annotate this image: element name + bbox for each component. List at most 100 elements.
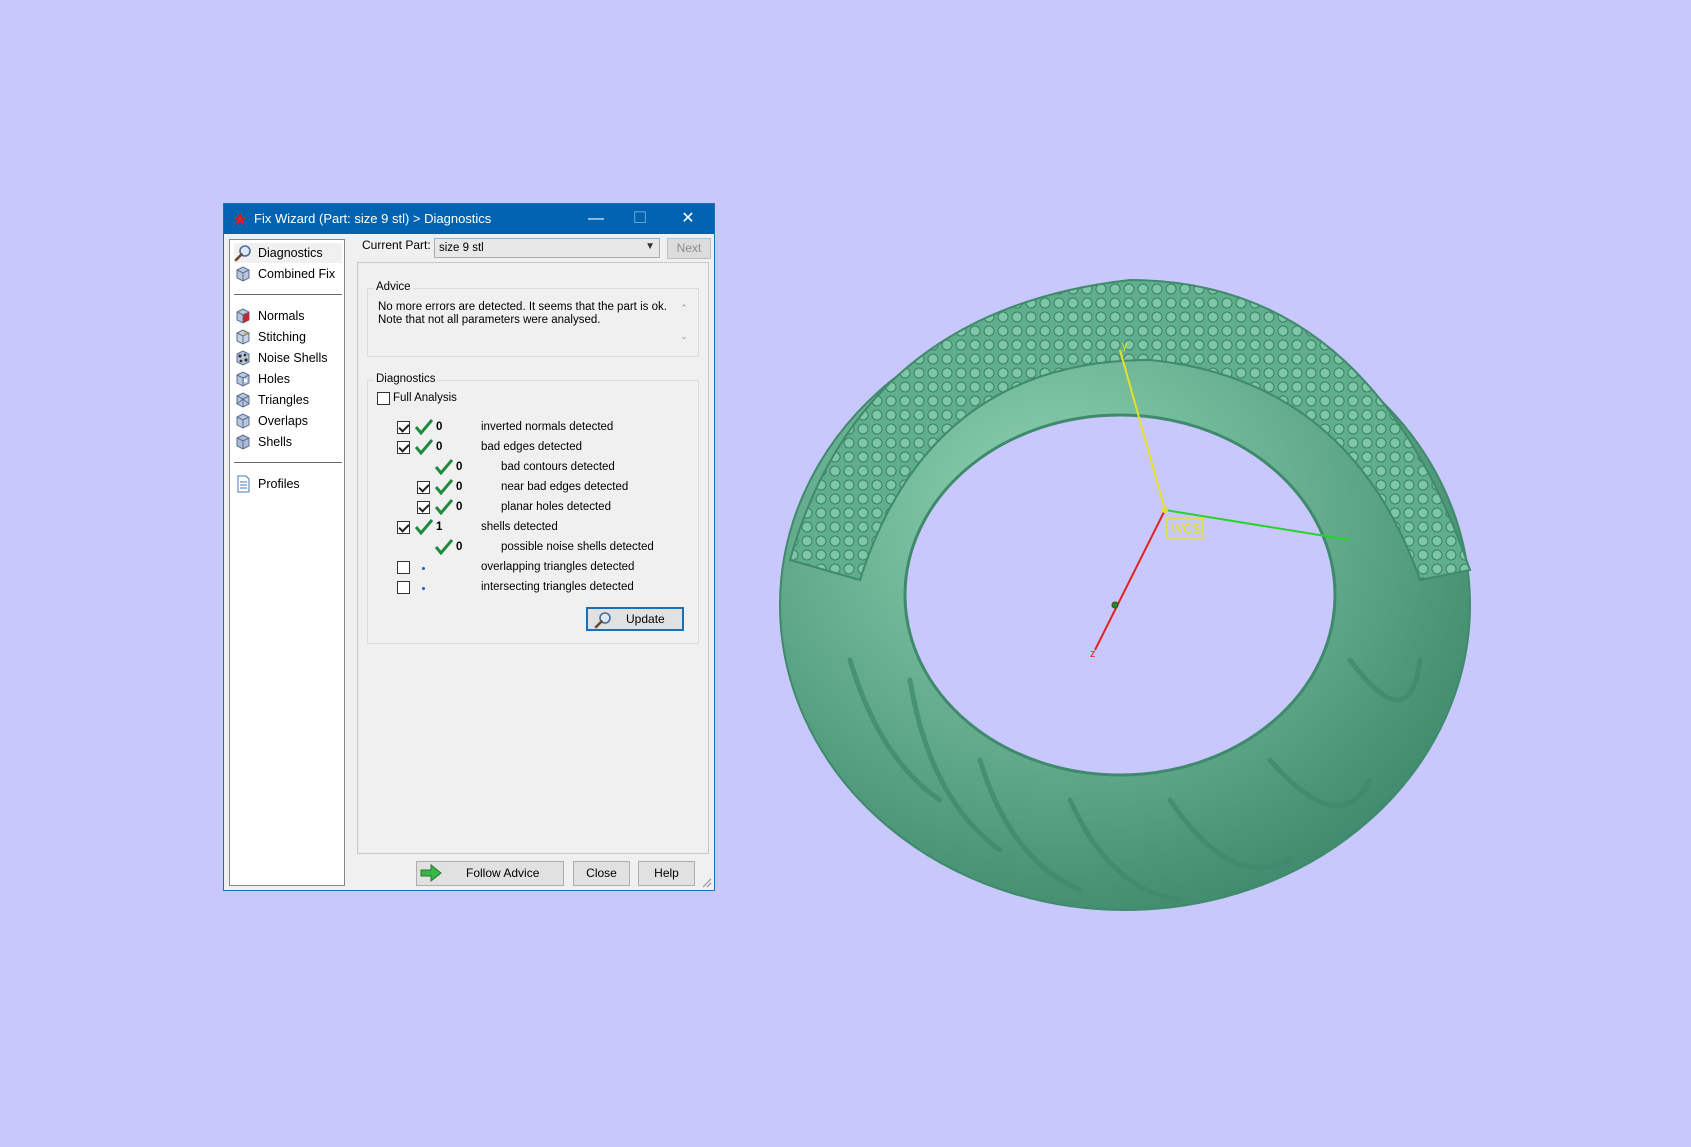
diagnostics-group: Diagnostics Full Analysis 0 inverted nor…	[367, 373, 699, 644]
nav-item-label: Triangles	[258, 393, 309, 407]
nav-divider	[234, 462, 342, 463]
next-button[interactable]: Next	[667, 238, 711, 259]
ok-check-icon	[415, 439, 433, 455]
advice-text: No more errors are detected. It seems th…	[378, 301, 670, 347]
noise-shells-label: possible noise shells detected	[501, 541, 654, 553]
nav-item-label: Noise Shells	[258, 351, 328, 365]
nav-item-overlaps[interactable]: Overlaps	[234, 411, 342, 431]
bad-contours-count: 0	[456, 461, 463, 473]
minimize-button[interactable]: —	[574, 204, 618, 234]
full-analysis-checkbox[interactable]	[377, 392, 390, 405]
inverted-normals-label: inverted normals detected	[481, 421, 614, 433]
normals-cube-icon	[236, 308, 250, 324]
diagnostics-title: Diagnostics	[374, 373, 438, 385]
magnifier-icon	[234, 245, 251, 262]
advice-line-1: No more errors are detected. It seems th…	[378, 301, 667, 313]
maximize-button[interactable]: ☐	[618, 204, 662, 234]
nav-item-triangles[interactable]: Triangles	[234, 390, 342, 410]
magnifier-icon	[594, 612, 611, 629]
advice-line-2: Note that not all parameters were analys…	[378, 314, 601, 326]
nav-item-label: Profiles	[258, 477, 300, 491]
bad-edges-count: 0	[436, 441, 443, 453]
inverted-normals-checkbox[interactable]	[397, 421, 410, 434]
ok-check-icon	[435, 499, 453, 515]
ok-check-icon	[435, 479, 453, 495]
ok-check-icon	[435, 539, 453, 555]
app-logo-icon	[233, 212, 247, 226]
noise-shells-count: 0	[456, 541, 463, 553]
profiles-document-icon	[237, 475, 250, 493]
near-bad-edges-label: near bad edges detected	[501, 481, 629, 493]
nav-item-combined-fix[interactable]: Combined Fix	[234, 264, 342, 284]
overlapping-triangles-checkbox[interactable]	[397, 561, 410, 574]
nav-item-label: Shells	[258, 435, 293, 449]
not-analysed-dot-icon	[422, 587, 425, 590]
nav-item-shells[interactable]: Shells	[234, 432, 342, 452]
nav-item-normals[interactable]: Normals	[234, 306, 342, 326]
planar-holes-count: 0	[456, 501, 463, 513]
nav-item-label: Overlaps	[258, 414, 309, 428]
nav-item-profiles[interactable]: Profiles	[234, 474, 342, 494]
overlapping-triangles-label: overlapping triangles detected	[481, 561, 635, 573]
nav-item-label: Normals	[258, 309, 305, 323]
nav-item-label: Combined Fix	[258, 267, 336, 281]
z-axis-label: z	[1090, 648, 1096, 660]
triangles-cube-icon	[236, 392, 250, 408]
nav-item-stitching[interactable]: Stitching	[234, 327, 342, 347]
cube-icon	[236, 266, 250, 282]
advice-group: Advice No more errors are detected. It s…	[367, 281, 699, 357]
bad-edges-label: bad edges detected	[481, 441, 583, 453]
advice-scrollbar[interactable]: ⌃ ⌄	[678, 301, 690, 347]
intersecting-triangles-label: intersecting triangles detected	[481, 581, 634, 593]
chevron-down-icon: ▼	[645, 241, 655, 252]
ok-check-icon	[435, 459, 453, 475]
intersecting-triangles-checkbox[interactable]	[397, 581, 410, 594]
follow-advice-label: Follow Advice	[466, 866, 540, 880]
fix-wizard-nav: Diagnostics Combined Fix Normals Stitchi…	[229, 239, 345, 886]
noise-shells-icon	[236, 350, 250, 366]
update-label: Update	[626, 612, 665, 626]
current-part-select[interactable]: size 9 stl ▼	[434, 238, 660, 258]
near-bad-edges-checkbox[interactable]	[417, 481, 430, 494]
advice-title: Advice	[374, 281, 413, 293]
planar-holes-label: planar holes detected	[501, 501, 611, 513]
window-title: Fix Wizard (Part: size 9 stl) > Diagnost…	[254, 211, 492, 226]
bad-contours-label: bad contours detected	[501, 461, 615, 473]
shells-count: 1	[436, 521, 443, 533]
close-window-button[interactable]: ✕	[666, 204, 710, 234]
ok-check-icon	[415, 519, 433, 535]
holes-cube-icon	[236, 371, 250, 387]
bad-edges-checkbox[interactable]	[397, 441, 410, 454]
nav-divider	[234, 294, 342, 295]
current-part-value: size 9 stl	[439, 242, 484, 254]
ring-model[interactable]	[730, 240, 1510, 960]
nav-item-label: Diagnostics	[258, 246, 323, 260]
title-bar[interactable]: Fix Wizard (Part: size 9 stl) > Diagnost…	[224, 204, 714, 234]
arrow-right-icon	[420, 864, 442, 882]
close-button[interactable]: Close	[573, 861, 630, 886]
resize-grip-icon[interactable]	[702, 878, 712, 888]
ok-check-icon	[415, 419, 433, 435]
planar-holes-checkbox[interactable]	[417, 501, 430, 514]
shells-checkbox[interactable]	[397, 521, 410, 534]
y-axis-label: y	[1122, 340, 1128, 352]
nav-item-noise-shells[interactable]: Noise Shells	[234, 348, 342, 368]
wcs-label: WCS	[1171, 521, 1202, 536]
shells-cube-icon	[236, 434, 250, 450]
follow-advice-button[interactable]: Follow Advice	[416, 861, 564, 886]
nav-item-holes[interactable]: Holes	[234, 369, 342, 389]
near-bad-edges-count: 0	[456, 481, 463, 493]
overlaps-cube-icon	[236, 413, 250, 429]
inverted-normals-count: 0	[436, 421, 443, 433]
update-button[interactable]: Update	[586, 607, 684, 631]
current-part-label: Current Part:	[362, 238, 431, 252]
help-button[interactable]: Help	[638, 861, 695, 886]
shells-label: shells detected	[481, 521, 558, 533]
fix-wizard-dialog: Fix Wizard (Part: size 9 stl) > Diagnost…	[223, 203, 715, 891]
nav-item-label: Holes	[258, 372, 290, 386]
not-analysed-dot-icon	[422, 567, 425, 570]
content-panel: Advice No more errors are detected. It s…	[357, 262, 709, 854]
3d-viewport[interactable]: WCS y z	[730, 240, 1510, 960]
stitching-cube-icon	[236, 329, 250, 345]
nav-item-diagnostics[interactable]: Diagnostics	[234, 243, 342, 263]
